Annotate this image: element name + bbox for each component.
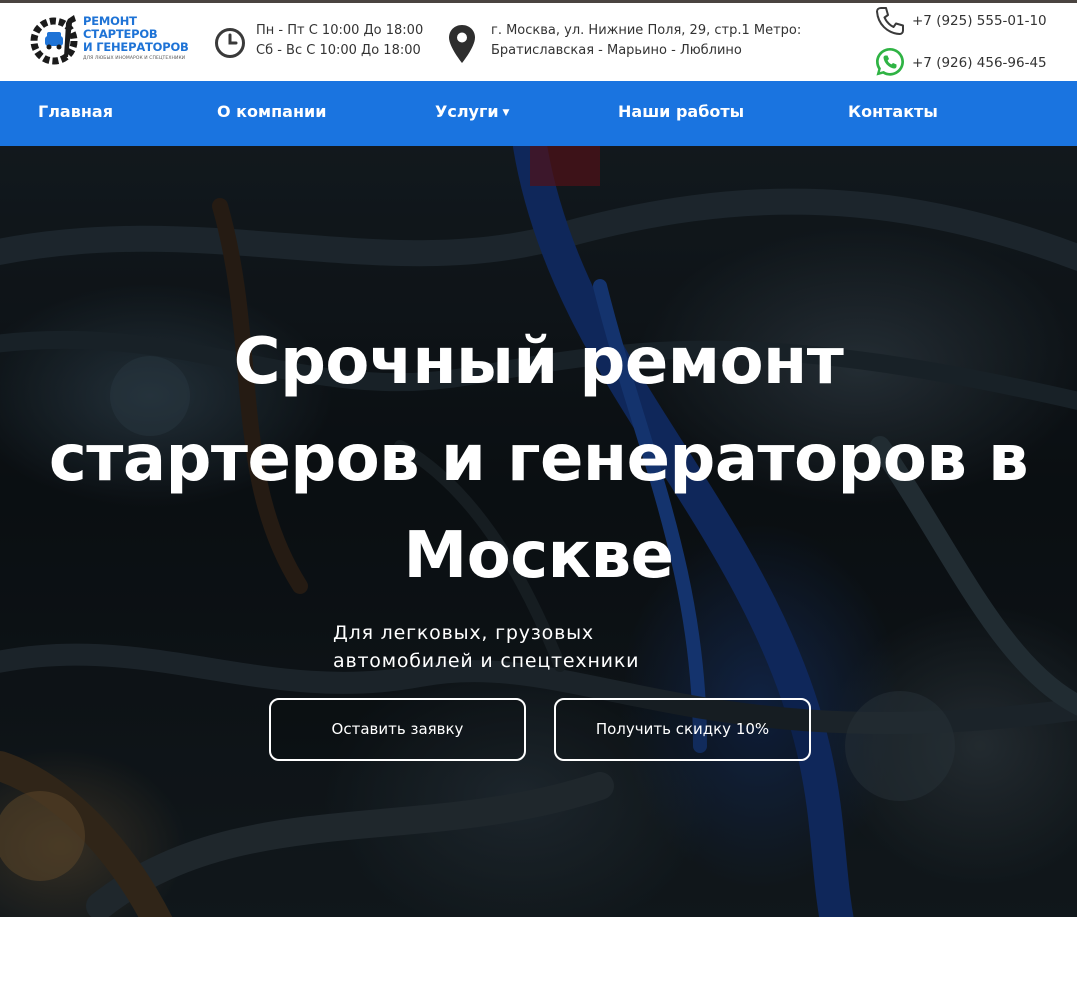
hero-subtitle-line-1: Для легковых, грузовых	[333, 622, 594, 644]
nav-item-services-label: Услуги	[435, 102, 499, 121]
hours-weekdays: Пн - Пт С 10:00 До 18:00	[256, 23, 424, 38]
site-header: РЕМОНТ СТАРТЕРОВ И ГЕНЕРАТОРОВ ДЛЯ ЛЮБЫХ…	[0, 3, 1077, 81]
hero-banner: Срочный ремонт стартеров и генераторов в…	[0, 146, 1077, 917]
gear-wrench-icon	[30, 15, 78, 65]
clock-icon	[215, 28, 245, 58]
nav-item-home[interactable]: Главная	[38, 102, 113, 121]
hero-subtitle-line-2: автомобилей и спецтехники	[333, 650, 640, 672]
logo-line-3: И ГЕНЕРАТОРОВ	[83, 40, 189, 54]
caret-down-icon: ▼	[502, 107, 510, 118]
nav-item-works[interactable]: Наши работы	[618, 102, 744, 121]
nav-item-services[interactable]: Услуги ▼	[435, 102, 509, 121]
request-button[interactable]: Оставить заявку	[269, 698, 526, 761]
main-navigation: Главная О компании Услуги ▼ Наши работы К…	[0, 81, 1077, 146]
contact-phones: +7 (925) 555-01-10 +7 (926) 456-96-45	[874, 5, 1074, 81]
nav-item-contacts[interactable]: Контакты	[848, 102, 938, 121]
hero-subtitle: Для легковых, грузовых автомобилей и спе…	[333, 619, 639, 675]
logo[interactable]: РЕМОНТ СТАРТЕРОВ И ГЕНЕРАТОРОВ ДЛЯ ЛЮБЫХ…	[28, 13, 198, 71]
whatsapp-number[interactable]: +7 (926) 456-96-45	[912, 55, 1047, 71]
map-pin-icon	[449, 25, 475, 63]
address-line-1: г. Москва, ул. Нижние Поля, 29, стр.1 Ме…	[491, 23, 802, 38]
whatsapp-link[interactable]: +7 (926) 456-96-45	[874, 46, 1074, 80]
hero-title-line-3: Москве	[403, 519, 674, 593]
hours-weekend: Сб - Вс С 10:00 До 18:00	[256, 43, 421, 58]
whatsapp-icon	[876, 48, 904, 76]
hero-title-line-1: Срочный ремонт	[233, 325, 844, 399]
discount-button[interactable]: Получить скидку 10%	[554, 698, 811, 761]
nav-item-about[interactable]: О компании	[217, 102, 326, 121]
phone-link[interactable]: +7 (925) 555-01-10	[874, 5, 1074, 39]
phone-number[interactable]: +7 (925) 555-01-10	[912, 13, 1047, 29]
logo-tagline: ДЛЯ ЛЮБЫХ ИНОМАРОК И СПЕЦТЕХНИКИ	[83, 56, 186, 61]
address-line-2: Братиславская - Марьино - Люблино	[491, 43, 742, 58]
hero-title: Срочный ремонт стартеров и генераторов в…	[10, 314, 1067, 605]
hero-title-line-2: стартеров и генераторов в	[48, 422, 1029, 496]
phone-icon	[876, 7, 904, 35]
